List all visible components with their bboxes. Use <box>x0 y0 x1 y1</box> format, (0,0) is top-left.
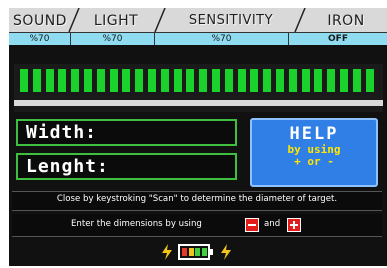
meter-segment <box>84 69 92 92</box>
plus-icon[interactable] <box>287 218 301 232</box>
width-label: Width: <box>26 122 98 143</box>
meter-segment <box>250 69 259 92</box>
battery-icon <box>178 244 210 260</box>
meter-segment <box>186 69 195 92</box>
tab-iron[interactable]: IRON <box>305 10 387 32</box>
scan-instruction-text: Close by keystroking "Scan" to determine… <box>56 194 338 204</box>
battery-cell <box>188 248 194 256</box>
dimensions-bar: Enter the dimensions by using and <box>12 214 382 237</box>
width-field[interactable]: Width: <box>16 119 237 146</box>
meter-segment <box>45 69 54 92</box>
battery-cell <box>195 248 200 256</box>
meter-segment <box>20 69 28 92</box>
lightning-bolt-icon <box>162 244 172 260</box>
meter-segment <box>58 69 67 92</box>
meter-segment <box>314 69 323 92</box>
settings-tab-strip: SOUND LIGHT SENSITIVITY IRON <box>9 8 387 32</box>
settings-value-strip: %70 %70 %70 OFF <box>9 32 387 46</box>
meter-segment <box>276 69 284 92</box>
iron-value: OFF <box>328 34 348 44</box>
meter-segment <box>173 69 182 92</box>
meter-segment <box>288 69 297 92</box>
help-button[interactable]: HELP by using + or - <box>250 118 378 187</box>
length-field[interactable]: Lenght: <box>16 153 237 180</box>
battery-status <box>12 240 382 264</box>
meter-segment <box>224 69 233 92</box>
battery-cell <box>182 248 187 256</box>
signal-meter <box>14 64 383 112</box>
lightning-bolt-icon <box>221 244 231 260</box>
sensitivity-value: %70 <box>155 33 289 45</box>
help-line-2: + or - <box>294 155 334 168</box>
minus-icon[interactable] <box>245 218 259 232</box>
meter-segment <box>96 69 105 92</box>
meter-segment <box>327 69 336 92</box>
length-label: Lenght: <box>26 156 109 177</box>
meter-segment <box>109 69 118 92</box>
dimensions-instruction-text: Enter the dimensions by using <box>71 219 202 229</box>
meter-segment <box>301 69 310 92</box>
sound-value: %70 <box>9 33 71 45</box>
meter-segment <box>352 69 361 92</box>
meter-segment <box>160 69 169 92</box>
battery-cell <box>201 248 207 256</box>
battery-tip <box>210 249 213 255</box>
meter-segment <box>237 69 246 92</box>
light-value: %70 <box>71 33 155 45</box>
meter-segment <box>263 69 272 92</box>
help-title: HELP <box>289 124 339 144</box>
meter-segment <box>212 69 220 92</box>
scan-info-bar: Close by keystroking "Scan" to determine… <box>12 191 382 211</box>
meter-segment <box>32 69 41 92</box>
meter-segment <box>122 69 131 92</box>
tab-sound[interactable]: SOUND <box>9 10 71 32</box>
detector-screen: SOUND LIGHT SENSITIVITY IRON %70 %70 %70… <box>0 0 387 268</box>
meter-segment <box>135 69 144 92</box>
meter-segment <box>71 69 80 92</box>
meter-baseline <box>14 100 383 106</box>
meter-segment <box>199 69 208 92</box>
meter-segment <box>340 69 348 92</box>
tab-light[interactable]: LIGHT <box>77 10 155 32</box>
meter-segment <box>148 69 156 92</box>
tab-sensitivity[interactable]: SENSITIVITY <box>163 10 299 32</box>
meter-segment <box>365 69 374 92</box>
dimensions-and-text: and <box>264 219 281 229</box>
